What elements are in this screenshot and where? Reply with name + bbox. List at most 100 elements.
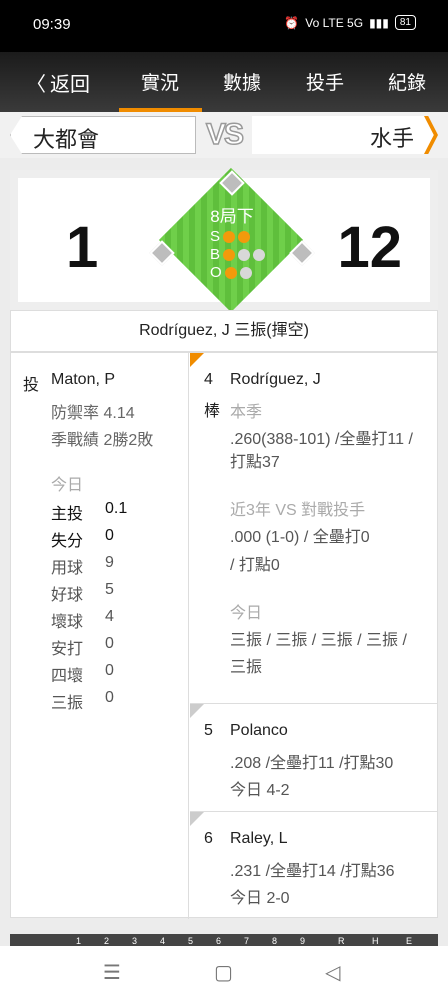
stat-value: 9: [105, 554, 114, 571]
strike-dot: [238, 231, 251, 243]
out-dot: [239, 267, 252, 279]
stat-key: 好球: [51, 587, 84, 604]
batter-season-line: .260(388-101) /全壘打11 /: [230, 431, 413, 448]
inning-number: 8: [272, 936, 278, 946]
batter-today-line: 三振 / 三振 / 三振 / 三振 /: [230, 632, 407, 649]
pitcher-today-label: 今日: [51, 477, 84, 494]
current-batter-marker: [190, 353, 204, 367]
ball-dot: [223, 249, 236, 261]
count-display: S B O: [210, 228, 266, 282]
batter-name[interactable]: Polanco: [230, 722, 288, 740]
ball-row: B: [210, 246, 266, 264]
tab-stats[interactable]: 數據: [223, 68, 261, 95]
back-label: 返回: [50, 74, 90, 96]
ball-dot: [253, 249, 266, 261]
batter-order-suffix: 棒: [204, 403, 221, 420]
pitcher-era: 防禦率 4.14: [51, 399, 135, 423]
strike-dot: [223, 231, 236, 243]
home-team-banner[interactable]: 大都會: [10, 116, 196, 154]
stat-value: 5: [105, 581, 114, 598]
stat-row: 壞球 4: [51, 608, 114, 632]
away-score: 12: [337, 215, 402, 280]
signal-icon: ▮▮▮: [369, 15, 389, 30]
batter-today-line: 三振: [230, 659, 263, 676]
scoreboard-panel: 1 12 8局下 S B O: [10, 167, 438, 313]
inning-number: 6: [216, 936, 222, 946]
batter-season-line: 打點37: [230, 454, 280, 471]
stat-row: 好球 5: [51, 581, 114, 605]
status-time: 09:39: [33, 16, 71, 33]
batter-marker: [190, 812, 204, 826]
linescore-strip[interactable]: 1 2 3 4 5 6 7 8 9 R H E: [10, 934, 438, 946]
batter-marker: [190, 704, 204, 718]
stat-key: 壞球: [51, 614, 84, 631]
away-team-banner[interactable]: 水手: [252, 116, 438, 154]
stat-value: 4: [105, 608, 114, 625]
stat-key: 用球: [51, 560, 84, 577]
out-row: O: [210, 264, 265, 282]
hits-header: H: [372, 936, 379, 946]
ball-label: B: [210, 246, 221, 263]
vs-badge: VS: [205, 117, 245, 152]
batter-today-line: 今日 2-0: [230, 890, 290, 907]
errors-header: E: [406, 936, 413, 946]
back-triangle-icon[interactable]: ◁: [325, 960, 340, 985]
inning-number: 3: [132, 936, 138, 946]
stat-value: 0: [105, 527, 114, 544]
runs-header: R: [338, 936, 345, 946]
batter-vs-line: .000 (1-0) / 全壘打0: [230, 529, 370, 546]
stat-key: 主投: [51, 506, 84, 523]
ball-dot: [238, 249, 251, 261]
inning-number: 5: [188, 936, 194, 946]
strike-row: S: [210, 228, 265, 246]
batter-vs-line: / 打點0: [230, 557, 280, 574]
away-team-name: 水手: [369, 126, 414, 151]
divider: [190, 703, 438, 704]
stat-row: 四壞 0: [51, 662, 114, 686]
team-bar: 大都會 VS 水手: [0, 112, 448, 158]
inning-number: 7: [244, 936, 250, 946]
batter-vs-label: 近3年 VS 對戰投手: [230, 502, 366, 519]
status-icons: ⏰ Vo LTE 5G ▮▮▮ 81: [284, 15, 416, 30]
latest-play-text: Rodríguez, J 三振(揮空): [10, 310, 438, 352]
inning-number: 9: [300, 936, 306, 946]
stat-key: 安打: [51, 641, 84, 658]
network-indicator: Vo LTE 5G: [305, 15, 364, 30]
stat-row: 主投 0.1: [51, 500, 127, 524]
batter-today-label: 今日: [230, 605, 263, 622]
batter-name[interactable]: Rodríguez, J: [230, 371, 321, 389]
stat-value: 0: [105, 662, 114, 679]
batter-order: 4: [204, 371, 213, 388]
out-label: O: [210, 264, 222, 281]
tab-pitchers[interactable]: 投手: [306, 68, 344, 95]
stat-key: 三振: [51, 695, 84, 712]
matchup-card: 投 Maton, P 防禦率 4.14 季戰績 2勝2敗 今日 主投 0.1 失…: [10, 352, 438, 919]
back-button[interactable]: 〈 返回: [26, 68, 90, 97]
top-nav-bar: 〈 返回 實況 數據 投手 紀錄: [0, 52, 448, 112]
pitcher-name[interactable]: Maton, P: [51, 371, 115, 389]
stat-row: 失分 0: [51, 527, 114, 551]
season-value: 2勝2敗: [103, 432, 154, 449]
batter-stat-line: .208 /全壘打11 /打點30: [230, 755, 394, 772]
home-icon[interactable]: ▢: [214, 960, 233, 985]
pitcher-label: 投: [23, 377, 40, 394]
home-team-name: 大都會: [33, 127, 100, 152]
batter-stat-line: .231 /全壘打14 /打點36: [230, 863, 395, 880]
out-dot: [224, 267, 237, 279]
home-score: 1: [66, 215, 99, 280]
menu-icon[interactable]: ☰: [103, 960, 121, 985]
batter-name[interactable]: Raley, L: [230, 830, 288, 848]
system-nav-bar: ☰ ▢ ◁: [0, 946, 448, 1000]
season-label: 季戰績: [51, 432, 100, 449]
battery-icon: 81: [394, 15, 416, 30]
tab-live[interactable]: 實況: [141, 68, 179, 95]
stat-key: 四壞: [51, 668, 84, 685]
tab-records[interactable]: 紀錄: [388, 68, 426, 95]
stat-key: 失分: [51, 533, 84, 550]
divider: [190, 811, 438, 812]
alarm-icon: ⏰: [284, 15, 300, 30]
batter-season-label: 本季: [230, 404, 263, 421]
pitcher-column: 投 Maton, P 防禦率 4.14 季戰績 2勝2敗 今日 主投 0.1 失…: [11, 353, 189, 919]
batter-order: 6: [204, 830, 213, 847]
chevron-left-icon: 〈: [26, 74, 46, 96]
